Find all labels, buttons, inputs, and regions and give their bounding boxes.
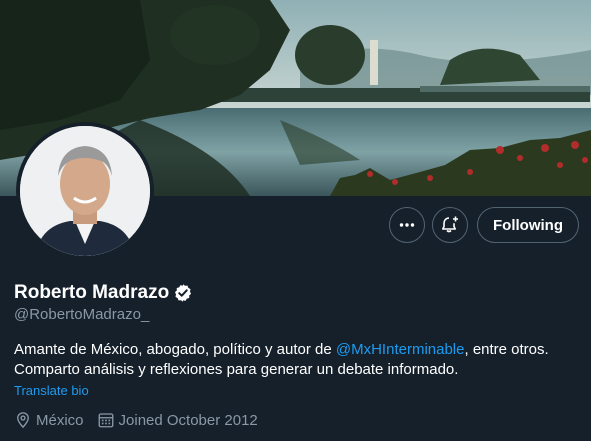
display-name: Roberto Madrazo (14, 282, 170, 303)
name-row: Roberto Madrazo (14, 282, 193, 304)
joined-text: Joined October 2012 (118, 411, 258, 429)
notify-button[interactable] (432, 207, 468, 243)
calendar-icon (98, 413, 113, 428)
more-icon (399, 223, 415, 227)
bio-mention-link[interactable]: @MxHInterminable (336, 341, 465, 358)
avatar-photo (20, 126, 150, 256)
location-item: México (14, 411, 84, 429)
more-button[interactable] (389, 207, 425, 243)
handle: @RobertoMadrazo_ (14, 306, 150, 323)
following-button[interactable]: Following (477, 207, 579, 243)
verified-badge-icon (173, 283, 193, 303)
joined-item: Joined October 2012 (97, 411, 258, 429)
bio: Amante de México, abogado, político y au… (14, 340, 584, 380)
bio-text-1: Amante de México, abogado, político y au… (14, 341, 336, 358)
translate-bio-link[interactable]: Translate bio (14, 383, 89, 398)
bell-plus-icon (442, 216, 458, 233)
location-icon (17, 412, 29, 429)
location-text: México (36, 411, 84, 429)
avatar[interactable] (16, 122, 154, 260)
profile-meta: México Joined October 2012 (14, 411, 271, 429)
